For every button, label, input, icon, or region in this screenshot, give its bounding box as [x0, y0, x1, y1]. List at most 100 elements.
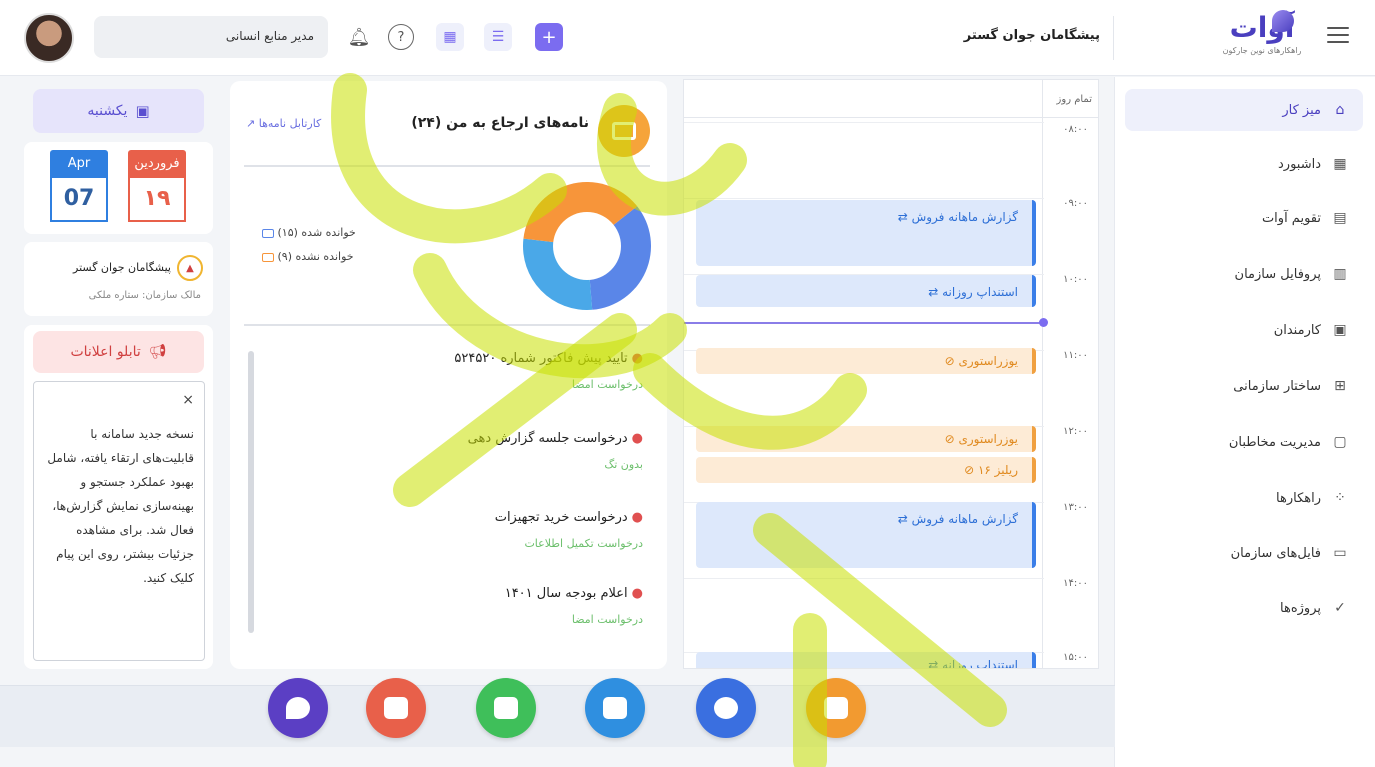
- org-title: پیشگامان جوان گستر: [963, 28, 1100, 43]
- announcement-message[interactable]: × نسخه جدید سامانه با قابلیت‌های ارتقاء …: [33, 381, 205, 661]
- letters-title: نامه‌های ارجاع به من (۲۴): [411, 115, 589, 131]
- plus-icon: +: [541, 26, 557, 48]
- messages-app-button[interactable]: [585, 678, 645, 738]
- jalali-date: فروردین ۱۹: [128, 150, 186, 224]
- contacts-app-button[interactable]: [366, 678, 426, 738]
- sidebar-item-label: میز کار: [1282, 102, 1321, 118]
- role-selector[interactable]: مدیر منابع انسانی: [94, 16, 328, 58]
- gregorian-date: Apr 07: [50, 150, 108, 224]
- logo[interactable]: آوات راهکارهای نوین جارکون: [1212, 10, 1312, 64]
- request-item[interactable]: درخواست جلسه گزارش دهی ● بدون تگ: [323, 431, 643, 471]
- apps-grid-button[interactable]: ▦: [436, 23, 464, 51]
- letters-panel: نامه‌های ارجاع به من (۲۴) ↗ کارتابل نامه…: [230, 81, 667, 669]
- date-card: فروردین ۱۹ Apr 07: [24, 142, 213, 234]
- sidebar-item-files[interactable]: فایل‌های سازمان ▭: [1125, 532, 1363, 574]
- hour-label: ۱۴:۰۰: [1063, 578, 1088, 589]
- calendar-event[interactable]: ⇄ گزارش ماهانه فروش: [696, 200, 1036, 266]
- sidebar-item-label: راهکارها: [1276, 490, 1321, 506]
- help-button[interactable]: ?: [388, 24, 414, 50]
- tasks-button[interactable]: ☰: [484, 23, 512, 51]
- calendar-event[interactable]: ⇄ استنداپ روزانه: [696, 652, 1036, 668]
- letters-app-button[interactable]: [806, 678, 866, 738]
- sidebar-item-org-profile[interactable]: پروفایل سازمان ▥: [1125, 253, 1363, 295]
- bullet: ●: [631, 351, 643, 366]
- contact-card-icon: [384, 697, 408, 719]
- gregorian-day: 07: [50, 178, 108, 222]
- hour-line: [684, 122, 1044, 123]
- apps-icon: ⁘: [1334, 490, 1346, 506]
- sidebar-item-label: ساختار سازمانی: [1233, 378, 1321, 394]
- clipboard-icon: ✓: [1334, 600, 1346, 616]
- read-envelope-icon: [262, 228, 274, 238]
- calendar-event[interactable]: ⊘ ریلیز ۱۶: [696, 457, 1036, 483]
- request-tag: درخواست امضا: [571, 613, 643, 626]
- sidebar-item-solutions[interactable]: راهکارها ⁘: [1125, 477, 1363, 519]
- chat-app-button[interactable]: [476, 678, 536, 738]
- header-divider: [1113, 16, 1114, 60]
- request-title: تایید پیش فاکتور شماره ۵۲۴۵۲۰: [454, 351, 628, 366]
- request-item[interactable]: تایید پیش فاکتور شماره ۵۲۴۵۲۰ ● درخواست ا…: [323, 351, 643, 391]
- sidebar-item-dashboard[interactable]: داشبورد ▦: [1125, 143, 1363, 185]
- megaphone-icon: 📢︎: [148, 344, 167, 360]
- menu-icon[interactable]: [1327, 27, 1349, 43]
- bell-icon: 🔔︎: [347, 26, 371, 48]
- sidebar-item-desk[interactable]: میز کار ⌂: [1125, 89, 1363, 131]
- calendar-event[interactable]: ⊘ یوزراستوری: [696, 348, 1036, 374]
- divider: [244, 165, 650, 167]
- logo-text: آوات: [1229, 11, 1295, 44]
- avat-logo-icon: [286, 697, 310, 719]
- calendar-event[interactable]: ⇄ استنداپ روزانه: [696, 275, 1036, 307]
- avat-app-button[interactable]: [268, 678, 328, 738]
- current-time-dot: [1039, 318, 1048, 327]
- sidebar-item-label: داشبورد: [1278, 156, 1321, 172]
- hour-label: ۱۱:۰۰: [1063, 350, 1088, 361]
- request-item[interactable]: درخواست خرید تجهیزات ● درخواست تکمیل اطلا…: [323, 510, 643, 550]
- letters-cartable-link[interactable]: ↗ کارتابل نامه‌ها: [246, 117, 321, 130]
- team-app-button[interactable]: [696, 678, 756, 738]
- hour-label: ۰۸:۰۰: [1063, 124, 1088, 135]
- legend-unread-label: خوانده نشده (۹): [277, 250, 354, 263]
- org-card[interactable]: ▲ پیشگامان جوان گستر مالک سازمان: ستاره …: [24, 242, 213, 316]
- notifications-button[interactable]: 🔔︎: [345, 23, 373, 51]
- sidebar-item-projects[interactable]: پروژه‌ها ✓: [1125, 587, 1363, 629]
- sidebar-item-employees[interactable]: کارمندان ▣: [1125, 309, 1363, 351]
- request-item[interactable]: اعلام بودجه سال ۱۴۰۱ ● درخواست امضا: [323, 586, 643, 626]
- org-name: پیشگامان جوان گستر: [73, 261, 171, 274]
- top-bar: آوات راهکارهای نوین جارکون پیشگامان جوان…: [0, 0, 1375, 76]
- request-title: درخواست جلسه گزارش دهی: [467, 431, 628, 446]
- hour-label: ۱۲:۰۰: [1063, 426, 1088, 437]
- sidebar-item-label: تقویم آوات: [1261, 210, 1321, 226]
- sidebar: میز کار ⌂ داشبورد ▦ تقویم آوات ▤ پروفایل سا…: [1114, 77, 1375, 767]
- letters-icon: [598, 105, 650, 157]
- divider: [244, 324, 650, 326]
- announcement-text: نسخه جدید سامانه با قابلیت‌های ارتقاء یا…: [47, 427, 194, 585]
- bullet: ●: [631, 586, 643, 601]
- team-icon: [714, 697, 738, 719]
- hour-label: ۰۹:۰۰: [1063, 198, 1088, 209]
- calendar-icon: ▣: [135, 102, 150, 120]
- avatar[interactable]: [24, 13, 74, 63]
- unread-envelope-icon: [262, 252, 274, 262]
- hour-label: ۱۰:۰۰: [1063, 274, 1088, 285]
- sidebar-item-contacts[interactable]: مدیریت مخاطبان ▢: [1125, 421, 1363, 463]
- org-chart-icon: ⊞: [1334, 378, 1346, 394]
- org-logo-icon: ▲: [177, 255, 203, 281]
- checklist-icon: ☰: [491, 29, 505, 45]
- current-time-line: [684, 322, 1044, 324]
- chat-bubble-icon: [494, 697, 518, 719]
- calendar-event[interactable]: ⊘ یوزراستوری: [696, 426, 1036, 452]
- day-header: یکشنبه ▣: [33, 89, 204, 133]
- sidebar-item-calendar[interactable]: تقویم آوات ▤: [1125, 197, 1363, 239]
- add-button[interactable]: +: [535, 23, 563, 51]
- grid-icon: ▦: [443, 29, 457, 45]
- jalali-day: ۱۹: [128, 178, 186, 222]
- letters-scrollbar[interactable]: [248, 351, 254, 633]
- sidebar-item-org-structure[interactable]: ساختار سازمانی ⊞: [1125, 365, 1363, 407]
- jalali-month: فروردین: [128, 150, 186, 178]
- calendar-event[interactable]: ⇄ گزارش ماهانه فروش: [696, 502, 1036, 568]
- sidebar-item-label: پروژه‌ها: [1280, 600, 1321, 616]
- request-title: اعلام بودجه سال ۱۴۰۱: [504, 586, 628, 601]
- day-name: یکشنبه: [87, 103, 128, 119]
- calendar-header: [684, 80, 1098, 118]
- close-icon[interactable]: ×: [182, 392, 194, 408]
